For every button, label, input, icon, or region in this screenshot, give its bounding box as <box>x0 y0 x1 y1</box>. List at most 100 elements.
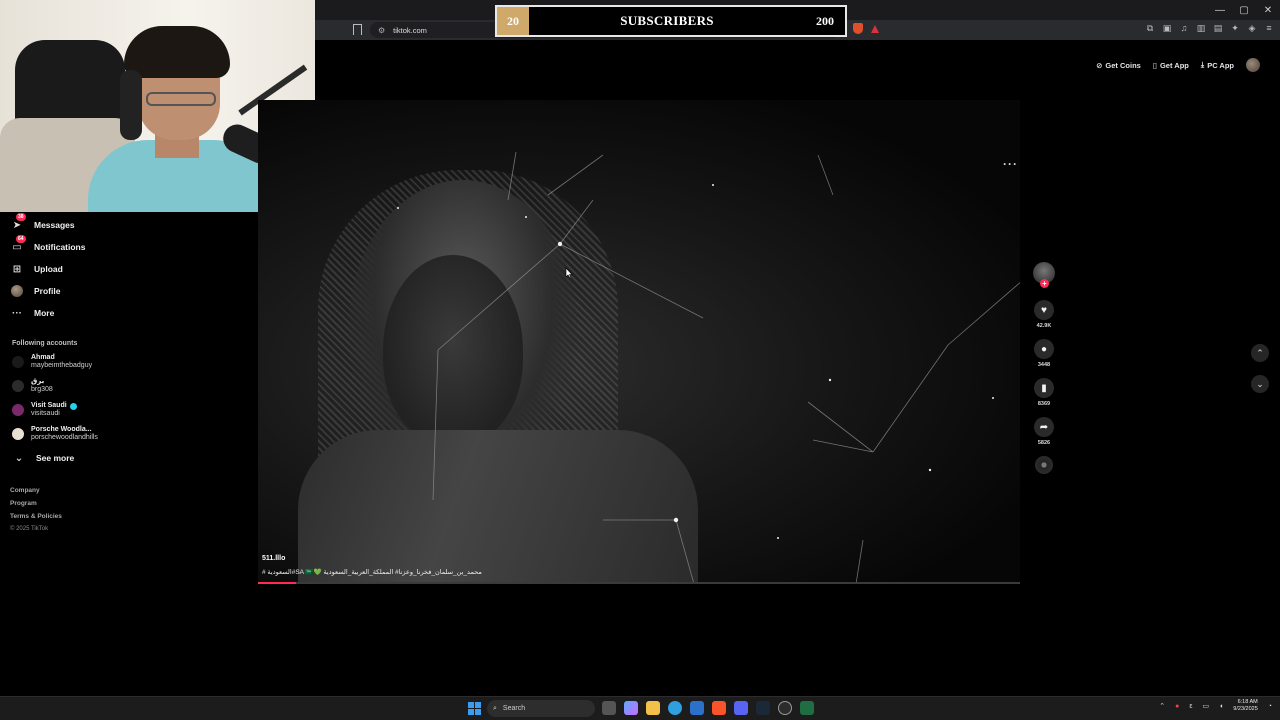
network-icon[interactable]: ▭ <box>1202 702 1209 710</box>
notifications-badge: 64 <box>16 235 26 243</box>
taskbar-search[interactable]: ⌕ Search <box>487 700 595 717</box>
account-name: Visit Saudi <box>31 402 67 409</box>
brave-rewards-icon[interactable] <box>871 24 879 33</box>
edge-icon[interactable] <box>668 701 682 715</box>
avatar <box>12 404 24 416</box>
sidebar-item-more[interactable]: ··· More <box>10 303 54 323</box>
store-icon[interactable] <box>690 701 704 715</box>
window-controls: — ▢ ✕ <box>1208 0 1280 20</box>
brave-shield-icon[interactable] <box>853 23 863 34</box>
video-player[interactable] <box>258 100 1020 584</box>
tabs-icon[interactable]: ▤ <box>1213 23 1223 33</box>
leo-icon[interactable]: ✦ <box>1230 23 1240 33</box>
task-view-icon[interactable] <box>602 701 616 715</box>
video-author[interactable]: 511.lllo <box>262 555 285 562</box>
sidebar-item-label: Upload <box>34 264 63 274</box>
chevron-up-icon: ⌃ <box>1256 347 1264 358</box>
url-text: tiktok.com <box>393 25 427 35</box>
close-button[interactable]: ✕ <box>1256 0 1280 20</box>
tray-chevron-icon[interactable]: ⌃ <box>1159 702 1165 710</box>
search-icon: ⌕ <box>493 704 497 712</box>
pc-app-button[interactable]: ⤓ PC App <box>1201 60 1234 70</box>
video-more-options-icon[interactable]: ··· <box>1003 157 1018 171</box>
previous-video-button[interactable]: ⌃ <box>1251 344 1269 362</box>
site-info-icon[interactable]: ⚙ <box>378 26 385 35</box>
see-more-button[interactable]: ⌄ See more <box>12 448 74 468</box>
coin-icon: ⊘ <box>1096 60 1103 70</box>
music-disc-button[interactable] <box>1032 456 1056 474</box>
footer-link-company[interactable]: Company <box>10 487 40 494</box>
notification-bell-icon[interactable]: ◔ <box>1268 703 1272 710</box>
messages-badge: 38 <box>16 213 26 221</box>
account-name: برق <box>31 378 45 385</box>
share-arrow-icon: ➦ <box>1034 417 1054 437</box>
account-name: Ahmad <box>31 354 55 361</box>
get-coins-button[interactable]: ⊘ Get Coins <box>1096 61 1141 70</box>
following-account[interactable]: Porsche Woodla... porschewoodlandhills <box>12 426 98 442</box>
save-button[interactable]: ▮ 8369 <box>1032 378 1056 407</box>
get-app-button[interactable]: ▯ Get App <box>1153 61 1189 70</box>
avatar <box>12 380 24 392</box>
music-icon[interactable]: ♫ <box>1179 23 1189 33</box>
like-button[interactable]: ♥ 42.9K <box>1032 300 1056 329</box>
footer-link-terms[interactable]: Terms & Policies <box>10 513 62 520</box>
extensions-icon[interactable]: ⧉ <box>1145 23 1155 33</box>
follow-plus-icon[interactable]: + <box>1040 279 1049 288</box>
following-account[interactable]: Visit Saudi visitsaudi <box>12 402 77 418</box>
file-explorer-icon[interactable] <box>646 701 660 715</box>
subscriber-goal-current: 20 <box>497 7 529 35</box>
sidebar-item-notifications[interactable]: ▭ 64 Notifications <box>10 235 85 257</box>
footer-link-program[interactable]: Program <box>10 500 37 507</box>
clock-time: 6:18 AM <box>1237 699 1258 705</box>
brave-icon[interactable] <box>712 701 726 715</box>
following-account[interactable]: برق brg308 <box>12 378 53 394</box>
paper-plane-icon: ➤ 38 <box>12 213 26 231</box>
sidebar-item-profile[interactable]: Profile <box>10 281 60 301</box>
pc-app-label: PC App <box>1207 60 1234 70</box>
comment-count: 3448 <box>1037 362 1051 368</box>
obs-icon[interactable] <box>778 701 792 715</box>
avatar <box>12 356 24 368</box>
volume-icon[interactable]: ◖ <box>1219 703 1223 710</box>
music-disc-icon <box>1035 456 1053 474</box>
maximize-button[interactable]: ▢ <box>1232 0 1256 20</box>
webcam-hair <box>124 26 230 78</box>
sidebar-item-messages[interactable]: ➤ 38 Messages <box>10 213 75 235</box>
wallet-icon[interactable]: ▣ <box>1162 23 1172 33</box>
headphones <box>120 70 142 140</box>
sidebar-item-label: Messages <box>34 220 75 230</box>
creator-avatar-button[interactable]: + <box>1032 262 1056 288</box>
next-video-button[interactable]: ⌄ <box>1251 375 1269 393</box>
keyboard-icon[interactable]: ε <box>1189 703 1192 710</box>
extension-icons: ⧉ ▣ ♫ ▥ ▤ ✦ ◈ ≡ <box>1145 23 1274 34</box>
windows-start-icon[interactable] <box>468 702 481 715</box>
sidebar-item-upload[interactable]: ⊞ Upload <box>10 259 63 279</box>
account-handle: brg308 <box>31 386 53 393</box>
video-progress-bar[interactable] <box>258 582 1020 584</box>
chevron-down-icon: ⌄ <box>14 452 24 464</box>
bookmark-icon[interactable] <box>353 24 362 35</box>
comment-icon: ● <box>1034 339 1054 359</box>
taskbar-apps <box>602 701 814 715</box>
following-account[interactable]: Ahmad maybeimthebadguy <box>12 354 92 370</box>
share-button[interactable]: ➦ 5826 <box>1032 417 1056 446</box>
subscriber-goal-target: 200 <box>816 13 834 28</box>
copilot-icon[interactable] <box>624 701 638 715</box>
comment-button[interactable]: ● 3448 <box>1032 339 1056 368</box>
steam-icon[interactable] <box>756 701 770 715</box>
taskbar-clock[interactable]: 6:18 AM 9/23/2025 <box>1233 699 1257 713</box>
microphone-tray-icon[interactable]: ● <box>1175 703 1179 710</box>
menu-icon[interactable]: ≡ <box>1264 23 1274 33</box>
discord-icon[interactable] <box>734 701 748 715</box>
vpn-icon[interactable]: ◈ <box>1247 23 1257 33</box>
clock-date: 9/23/2025 <box>1233 706 1258 712</box>
sidebar-toggle-icon[interactable]: ▥ <box>1196 23 1206 33</box>
user-avatar[interactable] <box>1246 58 1260 72</box>
minimize-button[interactable]: — <box>1208 0 1232 20</box>
account-handle: porschewoodlandhills <box>31 434 98 441</box>
heart-icon: ♥ <box>1034 300 1054 320</box>
account-handle: maybeimthebadguy <box>31 362 93 369</box>
account-name-row: Visit Saudi <box>31 402 77 410</box>
app-icon[interactable] <box>800 701 814 715</box>
verified-badge-icon <box>69 402 77 410</box>
